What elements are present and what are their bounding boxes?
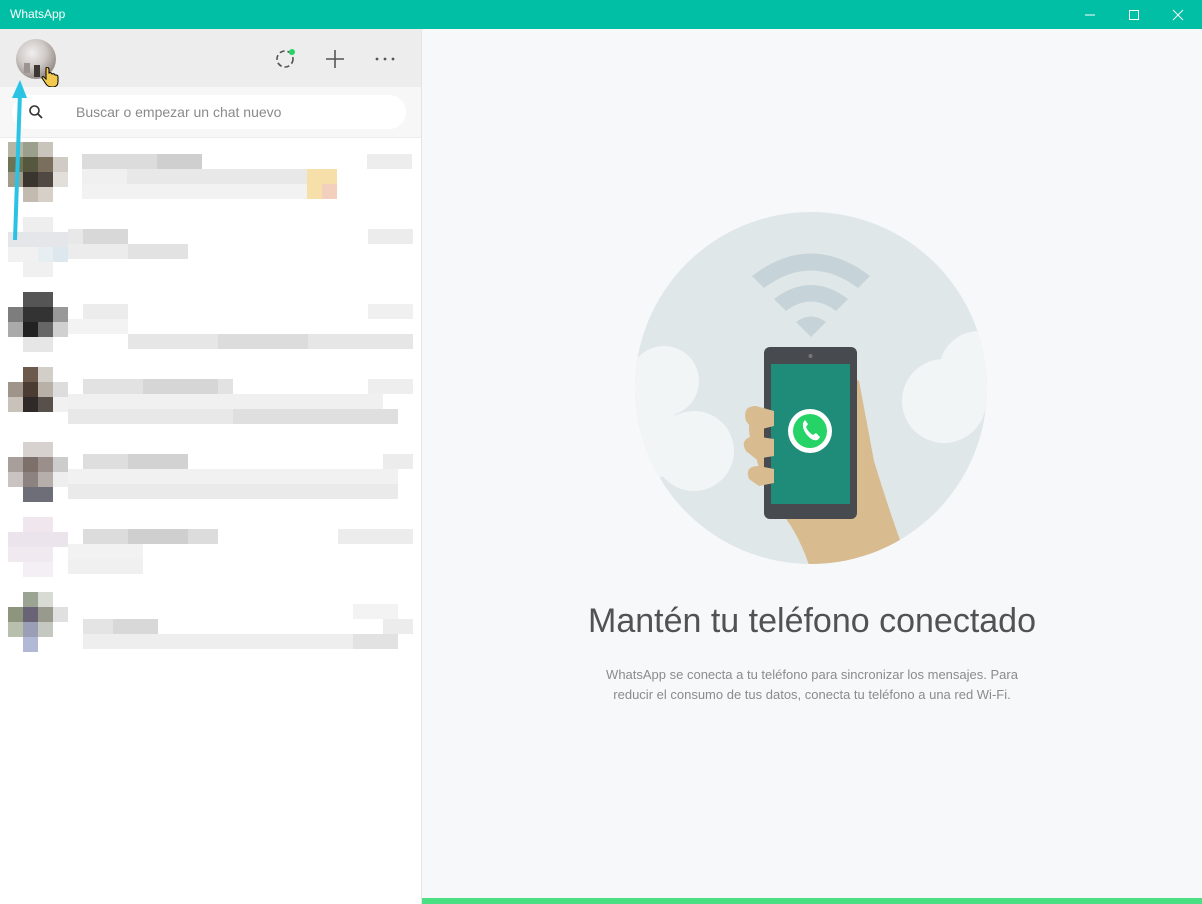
menu-button[interactable]	[371, 45, 399, 73]
new-chat-button[interactable]	[321, 45, 349, 73]
page-title: Mantén tu teléfono conectado	[588, 602, 1036, 640]
maximize-icon	[1129, 9, 1139, 20]
title-bar: WhatsApp	[0, 0, 1202, 29]
close-button[interactable]	[1156, 0, 1200, 29]
maximize-button[interactable]	[1112, 0, 1156, 29]
phone-connection-illustration	[635, 212, 987, 564]
hand-cursor-icon	[41, 67, 59, 88]
blurred-chat-text	[68, 379, 413, 424]
contact-avatar	[8, 292, 68, 352]
chat-list-item[interactable]	[0, 588, 421, 663]
main-panel: Mantén tu teléfono conectado WhatsApp se…	[422, 29, 1202, 904]
page-description: WhatsApp se conecta a tu teléfono para s…	[606, 667, 1018, 702]
contact-avatar	[8, 442, 68, 502]
chat-list-item[interactable]	[0, 513, 421, 588]
blurred-chat-text	[68, 304, 413, 349]
window-title: WhatsApp	[10, 7, 66, 21]
menu-icon	[375, 57, 395, 61]
minimize-button[interactable]	[1068, 0, 1112, 29]
sidebar	[0, 29, 422, 904]
tutorial-arrow-icon	[12, 80, 27, 241]
status-button[interactable]	[271, 45, 299, 73]
chat-list-item[interactable]	[0, 363, 421, 438]
search-input[interactable]	[76, 102, 386, 122]
new-chat-icon	[326, 50, 344, 68]
blurred-chat-text	[68, 454, 413, 499]
accent-bar	[422, 898, 1202, 904]
chat-list-item[interactable]	[0, 288, 421, 363]
search-icon	[29, 105, 43, 119]
chat-list	[0, 138, 421, 663]
blurred-chat-text	[68, 529, 413, 574]
status-icon	[276, 49, 295, 68]
blurred-chat-text	[83, 604, 413, 649]
sidebar-header	[0, 29, 421, 88]
search-box	[12, 95, 406, 129]
contact-avatar	[8, 367, 68, 412]
close-icon	[1172, 9, 1184, 20]
chat-list-item[interactable]	[0, 213, 421, 288]
chat-list-item[interactable]	[0, 438, 421, 513]
contact-avatar	[8, 517, 68, 577]
chat-list-item[interactable]	[0, 138, 421, 213]
contact-avatar	[8, 592, 68, 652]
blurred-chat-text	[82, 154, 412, 199]
minimize-icon	[1085, 14, 1095, 15]
blurred-chat-text	[68, 229, 413, 259]
search-area	[0, 87, 421, 138]
